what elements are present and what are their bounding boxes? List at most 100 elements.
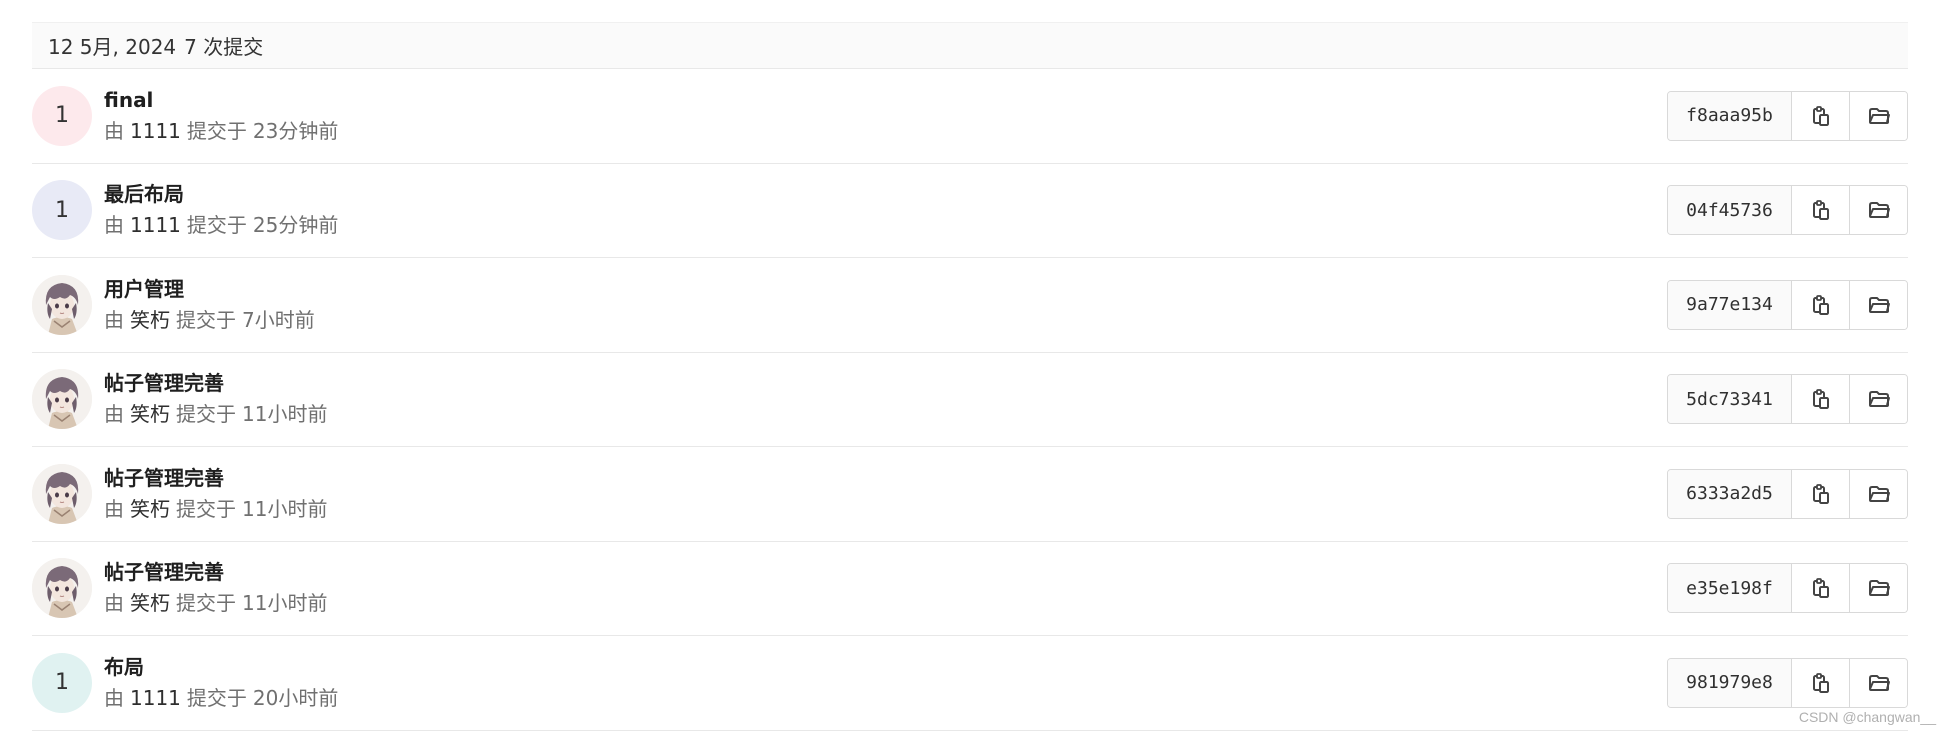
commit-meta: 由 1111 提交于 25分钟前	[104, 211, 338, 239]
commit-sha-button[interactable]: f8aaa95b	[1668, 91, 1792, 140]
copy-sha-icon	[1810, 199, 1832, 221]
anime-character-avatar	[32, 369, 92, 430]
avatar[interactable]: 1	[32, 180, 92, 241]
commit-by: 由	[104, 591, 124, 616]
commit-list: 1 final 由 1111 提交于 23分钟前 f8aaa95b 1 最后布局 由1…	[32, 69, 1908, 731]
browse-files-icon	[1868, 105, 1890, 127]
commit-author[interactable]: 笑朽	[130, 308, 170, 332]
commit-info: 布局 由 1111 提交于 20小时前	[104, 654, 338, 712]
commit-sha-button[interactable]: e35e198f	[1668, 564, 1792, 613]
commit-row: 1 最后布局 由 1111 提交于 25分钟前 04f45736	[32, 164, 1908, 258]
browse-files-button[interactable]	[1849, 564, 1907, 613]
browse-files-icon	[1868, 199, 1890, 221]
commit-sha-button[interactable]: 6333a2d5	[1668, 469, 1792, 518]
commit-row: 帖子管理完善 由笑朽 提交于 11小时前 5dc73341	[32, 353, 1908, 447]
commit-sha-button[interactable]: 981979e8	[1668, 658, 1792, 707]
browse-files-button[interactable]	[1849, 280, 1907, 329]
commit-meta: 由笑朽 提交于 11小时前	[104, 589, 327, 617]
commit-by: 由	[104, 496, 124, 521]
avatar[interactable]: 1	[32, 85, 92, 146]
commit-author[interactable]: 1111	[130, 213, 181, 237]
commit-submitted: 提交于	[186, 213, 247, 238]
commit-meta: 由笑朽 提交于 7小时前	[104, 306, 315, 334]
copy-sha-icon	[1810, 294, 1832, 316]
commit-actions: f8aaa95b	[1667, 90, 1908, 141]
commit-author[interactable]: 笑朽	[130, 591, 170, 615]
commit-meta: 由 1111 提交于 20小时前	[104, 684, 338, 712]
anime-character-avatar	[32, 463, 92, 524]
commit-submitted: 提交于	[176, 402, 236, 427]
commit-title[interactable]: 帖子管理完善	[104, 559, 327, 585]
commit-title[interactable]: final	[104, 87, 338, 113]
browse-files-icon	[1868, 672, 1890, 694]
commit-submitted: 提交于	[176, 307, 236, 332]
avatar-initial: 1	[55, 103, 69, 129]
copy-sha-icon	[1810, 577, 1832, 599]
commit-title[interactable]: 帖子管理完善	[104, 370, 327, 396]
commit-author[interactable]: 笑朽	[130, 497, 170, 521]
avatar[interactable]	[32, 369, 92, 430]
commit-info: 用户管理 由笑朽 提交于 7小时前	[104, 276, 315, 334]
copy-sha-icon	[1810, 483, 1832, 505]
copy-sha-button[interactable]	[1792, 186, 1849, 235]
commit-title[interactable]: 用户管理	[104, 276, 315, 302]
commit-title[interactable]: 布局	[104, 654, 338, 680]
commit-actions: 6333a2d5	[1667, 468, 1908, 519]
copy-sha-button[interactable]	[1792, 280, 1849, 329]
commit-actions: 5dc73341	[1667, 374, 1908, 425]
commit-by: 由	[104, 402, 124, 427]
browse-files-button[interactable]	[1849, 658, 1907, 707]
commit-sha-button[interactable]: 9a77e134	[1668, 280, 1792, 329]
commit-sha-button[interactable]: 5dc73341	[1668, 375, 1792, 424]
commit-count: 7 次提交	[184, 35, 264, 59]
commit-title[interactable]: 最后布局	[104, 181, 338, 207]
copy-sha-button[interactable]	[1792, 375, 1849, 424]
commit-row: 帖子管理完善 由笑朽 提交于 11小时前 e35e198f	[32, 542, 1908, 636]
copy-sha-button[interactable]	[1792, 91, 1849, 140]
day-header: 12 5月, 2024 7 次提交	[32, 22, 1908, 69]
commit-actions: 9a77e134	[1667, 279, 1908, 330]
commit-time: 20小时前	[252, 685, 339, 710]
commit-submitted: 提交于	[186, 118, 247, 143]
commit-time: 7小时前	[242, 307, 315, 332]
commit-actions: 04f45736	[1667, 185, 1908, 236]
browse-files-button[interactable]	[1849, 186, 1907, 235]
commit-info: final 由 1111 提交于 23分钟前	[104, 87, 338, 145]
copy-sha-icon	[1810, 105, 1832, 127]
commit-info: 帖子管理完善 由笑朽 提交于 11小时前	[104, 370, 327, 428]
commit-title[interactable]: 帖子管理完善	[104, 465, 327, 491]
avatar[interactable]: 1	[32, 652, 92, 713]
commit-author[interactable]: 1111	[130, 119, 181, 143]
commit-by: 由	[104, 685, 124, 710]
copy-sha-button[interactable]	[1792, 564, 1849, 613]
commit-row: 帖子管理完善 由笑朽 提交于 11小时前 6333a2d5	[32, 447, 1908, 542]
commit-sha-button[interactable]: 04f45736	[1668, 186, 1792, 235]
commit-time: 11小时前	[242, 591, 328, 616]
commit-author[interactable]: 笑朽	[130, 402, 170, 426]
browse-files-icon	[1868, 294, 1890, 316]
copy-sha-button[interactable]	[1792, 469, 1849, 518]
copy-sha-icon	[1810, 388, 1832, 410]
browse-files-icon	[1868, 388, 1890, 410]
browse-files-icon	[1868, 577, 1890, 599]
commit-time: 23分钟前	[252, 118, 339, 143]
browse-files-button[interactable]	[1849, 91, 1907, 140]
commit-info: 帖子管理完善 由笑朽 提交于 11小时前	[104, 465, 327, 523]
avatar[interactable]	[32, 274, 92, 335]
commit-meta: 由 1111 提交于 23分钟前	[104, 117, 338, 145]
browse-files-icon	[1868, 483, 1890, 505]
copy-sha-button[interactable]	[1792, 658, 1849, 707]
browse-files-button[interactable]	[1849, 469, 1907, 518]
commit-row: 1 final 由 1111 提交于 23分钟前 f8aaa95b	[32, 69, 1908, 164]
commit-author[interactable]: 1111	[130, 686, 181, 710]
avatar[interactable]	[32, 558, 92, 619]
commit-info: 帖子管理完善 由笑朽 提交于 11小时前	[104, 559, 327, 617]
commit-time: 11小时前	[242, 402, 328, 427]
commit-actions: e35e198f	[1667, 563, 1908, 614]
browse-files-button[interactable]	[1849, 375, 1907, 424]
avatar-initial: 1	[55, 670, 69, 696]
commit-row: 1 布局 由 1111 提交于 20小时前 981979e8	[32, 636, 1908, 731]
commit-date: 12 5月, 2024	[48, 35, 177, 59]
avatar[interactable]	[32, 463, 92, 524]
commit-time: 11小时前	[242, 496, 328, 521]
